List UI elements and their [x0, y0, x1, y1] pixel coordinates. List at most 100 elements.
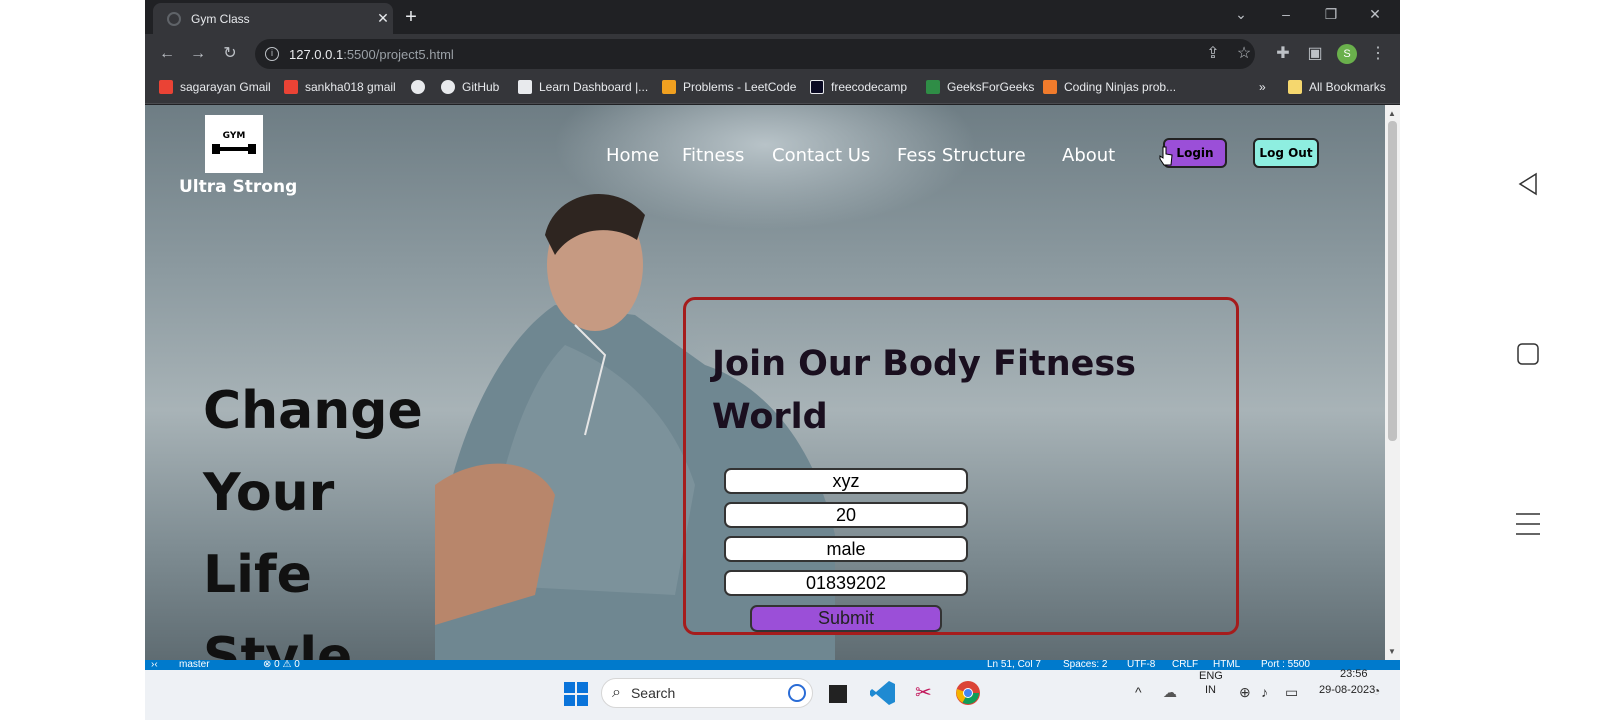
chevron-up-icon[interactable]: ^ — [1135, 684, 1142, 700]
github-icon — [441, 80, 455, 94]
eol-label[interactable]: CRLF — [1172, 660, 1198, 670]
task-view-icon[interactable] — [829, 685, 847, 703]
page-scrollbar[interactable]: ▲ ▼ — [1385, 105, 1400, 660]
hero-line: Your — [203, 463, 335, 523]
address-bar[interactable]: i 127.0.0.1:5500/project5.html — [255, 39, 1255, 69]
windows-start-icon[interactable] — [564, 682, 588, 706]
leetcode-icon — [662, 80, 676, 94]
search-label: Search — [630, 685, 676, 701]
bookmark-item[interactable]: sankha018 gmail — [284, 80, 396, 94]
scroll-up-icon[interactable]: ▲ — [1388, 109, 1396, 118]
clock-date[interactable]: 29-08-2023 — [1319, 684, 1375, 696]
nav-contact-us[interactable]: Contact Us — [772, 145, 870, 166]
language-top[interactable]: ENG — [1199, 670, 1223, 682]
browser-toolbar: ← → ↻ i 127.0.0.1:5500/project5.html ⇪ ☆… — [145, 34, 1400, 74]
network-icon[interactable]: ⊕ — [1239, 684, 1251, 701]
android-home-icon[interactable] — [1512, 338, 1544, 370]
forward-icon[interactable]: → — [186, 42, 210, 66]
url-host: 127.0.0.1 — [289, 46, 344, 62]
gym-logo[interactable]: GYM — [205, 115, 263, 173]
new-tab-icon[interactable]: + — [399, 6, 423, 29]
bookmark-item[interactable]: Coding Ninjas prob... — [1043, 80, 1176, 94]
language-bottom[interactable]: IN — [1205, 684, 1216, 696]
name-field[interactable] — [724, 468, 968, 494]
hero-line: Life — [203, 545, 312, 605]
nav-fess-structure[interactable]: Fess Structure — [897, 145, 1026, 166]
bookmark-item[interactable]: GeeksForGeeks — [926, 80, 1034, 94]
site-info-icon[interactable]: i — [265, 47, 279, 61]
hero-heading: Change Your Life Style — [203, 370, 423, 660]
scroll-down-icon[interactable]: ▼ — [1388, 647, 1396, 656]
nav-about[interactable]: About — [1062, 145, 1115, 166]
reload-icon[interactable]: ↻ — [218, 42, 242, 66]
snipping-tool-icon[interactable]: ✂ — [915, 680, 932, 705]
bookmark-item[interactable] — [411, 80, 432, 94]
share-icon[interactable]: ⇪ — [1201, 42, 1225, 66]
android-back-icon[interactable] — [1512, 168, 1544, 200]
bookmark-star-icon[interactable]: ☆ — [1232, 42, 1256, 66]
overflow-label: » — [1259, 80, 1266, 94]
back-icon[interactable]: ← — [155, 42, 179, 66]
search-icon: ⌕ — [612, 684, 621, 701]
nav-fitness[interactable]: Fitness — [682, 145, 744, 166]
notifications-icon[interactable]: ◔ — [1373, 684, 1380, 698]
globe-icon — [411, 80, 425, 94]
tab-search-icon[interactable]: ⌄ — [1231, 6, 1251, 23]
language-label[interactable]: HTML — [1213, 660, 1240, 670]
nav-home[interactable]: Home — [606, 145, 659, 166]
cursor-position[interactable]: Ln 51, Col 7 — [987, 660, 1041, 670]
gmail-icon — [284, 80, 298, 94]
volume-icon[interactable]: ♪ — [1261, 684, 1268, 700]
battery-icon[interactable]: ▭ — [1285, 684, 1298, 701]
tab-gym-class[interactable]: Gym Class ✕ — [153, 3, 393, 34]
logo-text: GYM — [222, 131, 246, 141]
form-heading: Join Our Body Fitness World — [712, 344, 1137, 437]
menu-icon[interactable]: ⋮ — [1366, 42, 1390, 66]
tab-bar: Gym Class ✕ + ⌄ – ❐ ✕ — [145, 0, 1400, 34]
phone-field[interactable] — [724, 570, 968, 596]
indent-setting[interactable]: Spaces: 2 — [1063, 660, 1107, 670]
onedrive-icon[interactable]: ☁ — [1163, 684, 1177, 701]
bookmarks-overflow-button[interactable]: » — [1259, 80, 1266, 94]
bookmark-label: All Bookmarks — [1309, 80, 1386, 94]
logout-button[interactable]: Log Out — [1253, 138, 1319, 168]
bookmark-label: Coding Ninjas prob... — [1064, 80, 1177, 94]
age-field[interactable] — [724, 502, 968, 528]
profile-avatar[interactable]: S — [1337, 44, 1357, 64]
android-recents-icon[interactable] — [1512, 508, 1544, 540]
all-bookmarks-folder[interactable]: All Bookmarks — [1288, 80, 1386, 94]
encoding-label[interactable]: UTF-8 — [1127, 660, 1155, 670]
folder-icon — [1288, 80, 1302, 94]
learn-dashboard-icon — [518, 80, 532, 94]
gender-field[interactable] — [724, 536, 968, 562]
side-panel-icon[interactable]: ▣ — [1303, 42, 1327, 66]
live-server-port[interactable]: Port : 5500 — [1261, 660, 1310, 670]
bookmark-item[interactable]: freecodecamp — [810, 80, 907, 94]
problems-label[interactable]: ⊗ 0 ⚠ 0 — [263, 660, 300, 670]
restore-icon[interactable]: ❐ — [1321, 6, 1341, 23]
geeksforgeeks-icon — [926, 80, 940, 94]
clock-time[interactable]: 23:56 — [1340, 668, 1368, 680]
join-form-panel: Join Our Body Fitness World Submit — [683, 297, 1239, 635]
vscode-icon[interactable] — [870, 680, 896, 706]
submit-button[interactable]: Submit — [750, 605, 942, 632]
cursor-hand-icon — [1159, 146, 1173, 166]
minimize-icon[interactable]: – — [1276, 6, 1296, 22]
bookmark-label: sagarayan Gmail — [180, 80, 271, 94]
bookmark-item[interactable]: Problems - LeetCode — [662, 80, 796, 94]
bookmark-item[interactable]: GitHub — [441, 80, 499, 94]
tab-close-icon[interactable]: ✕ — [373, 10, 393, 27]
tab-favicon-icon — [167, 11, 181, 26]
branch-label[interactable]: master — [179, 660, 210, 670]
bookmarks-bar: sagarayan Gmail sankha018 gmail GitHub L… — [145, 74, 1400, 104]
scroll-thumb[interactable] — [1388, 121, 1397, 441]
taskbar-search[interactable]: ⌕ Search — [601, 678, 813, 708]
remote-icon[interactable]: ›‹ — [151, 660, 158, 670]
chrome-icon[interactable] — [955, 680, 981, 706]
bookmark-item[interactable]: Learn Dashboard |... — [518, 80, 648, 94]
bookmark-label: freecodecamp — [831, 80, 908, 94]
bookmark-item[interactable]: sagarayan Gmail — [159, 80, 271, 94]
extensions-icon[interactable]: ✚ — [1271, 42, 1295, 66]
vscode-status-bar: ›‹ master ⊗ 0 ⚠ 0 Ln 51, Col 7 Spaces: 2… — [145, 660, 1400, 670]
close-window-icon[interactable]: ✕ — [1365, 6, 1385, 23]
